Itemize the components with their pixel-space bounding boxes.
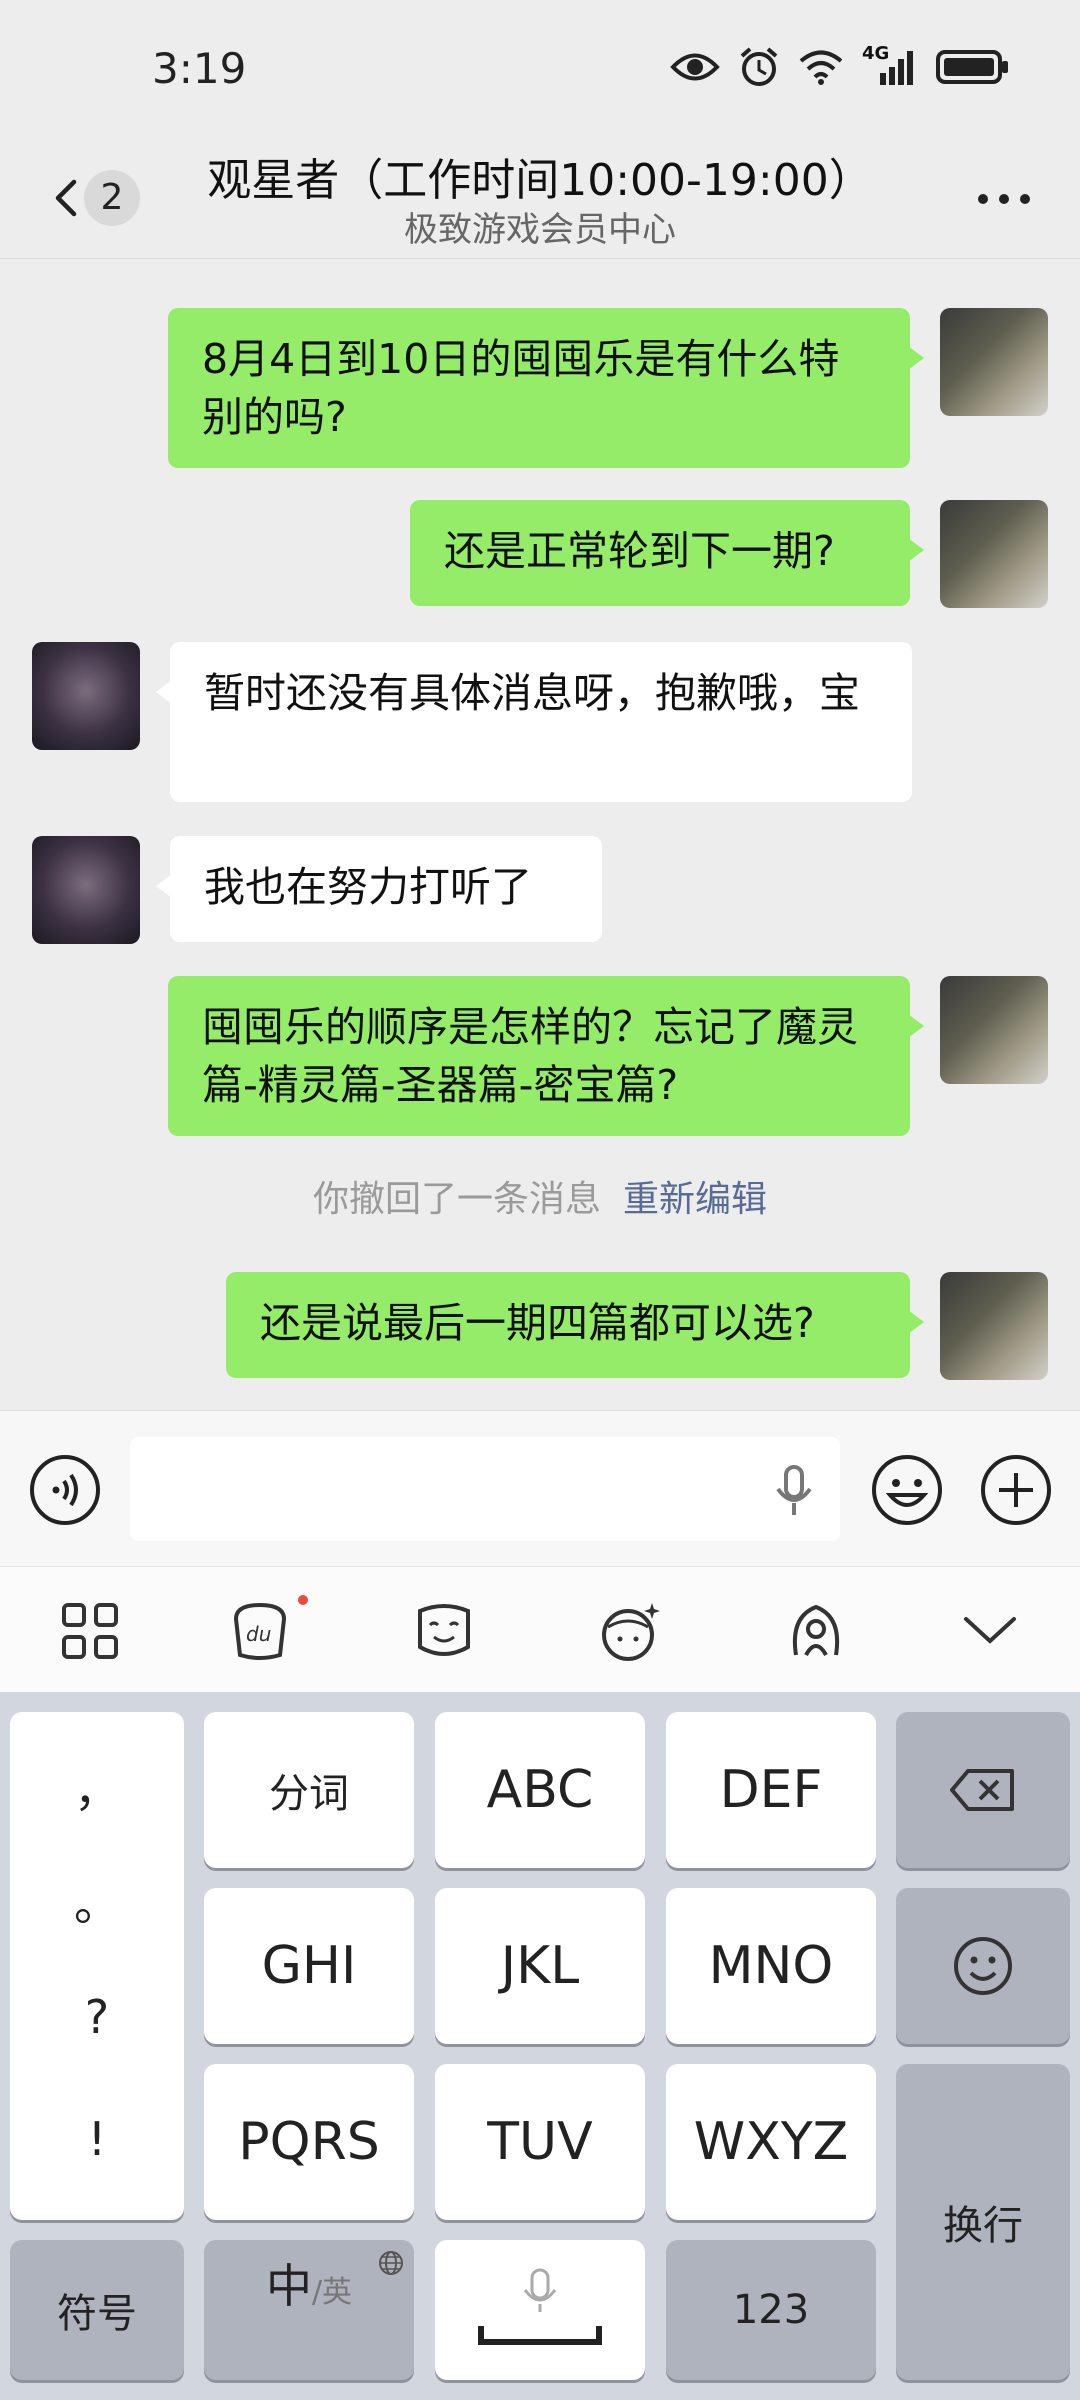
lang-main-label: 中 [265, 2259, 312, 2313]
sticker-face-icon[interactable] [410, 1597, 478, 1665]
key-mno[interactable]: MNO [666, 1888, 876, 2044]
punctuation-column[interactable]: ， 。 ? ! [10, 1712, 184, 2220]
signal-icon: 4G [862, 43, 918, 87]
contact-avatar[interactable] [32, 642, 140, 750]
message-text: 8月4日到10日的囤囤乐是有什么特别的吗? [202, 335, 840, 441]
contact-avatar[interactable] [32, 836, 140, 944]
message-bubble-sent[interactable]: 还是说最后一期四篇都可以选? [226, 1272, 924, 1378]
backspace-icon [950, 1769, 1014, 1811]
my-avatar[interactable] [940, 500, 1048, 608]
emoji-icon[interactable] [870, 1453, 944, 1527]
numbers-key[interactable]: 123 [666, 2240, 876, 2380]
symbols-key[interactable]: 符号 [10, 2240, 184, 2380]
avatar-sticker-icon[interactable] [596, 1597, 664, 1665]
my-avatar[interactable] [940, 1272, 1048, 1380]
key-pqrs[interactable]: PQRS [204, 2064, 414, 2220]
more-options-icon[interactable] [974, 188, 1034, 212]
message-text: 我也在努力打听了 [204, 863, 532, 911]
punct-period-key[interactable]: 。 [10, 1868, 184, 1934]
chat-header: 2 观星者（工作时间10:00-19:00） 极致游戏会员中心 [0, 140, 1080, 259]
alarm-icon [740, 47, 778, 86]
message-bubble-sent[interactable]: 还是正常轮到下一期? [410, 500, 924, 606]
message-bubble-sent[interactable]: 8月4日到10日的囤囤乐是有什么特别的吗? [168, 308, 924, 468]
message-text: 暂时还没有具体消息呀，抱歉哦，宝 [204, 669, 860, 717]
keyboard-toolbar: du [0, 1566, 1080, 1693]
key-tuv[interactable]: TUV [435, 2064, 645, 2220]
status-icons: 4G [670, 43, 1010, 88]
message-bubble-received[interactable]: 我也在努力打听了 [156, 836, 602, 942]
du-mascot-icon[interactable]: du [226, 1597, 294, 1665]
my-avatar[interactable] [940, 976, 1048, 1084]
punct-question-key[interactable]: ? [10, 1990, 184, 2044]
key-def[interactable]: DEF [666, 1712, 876, 1868]
message-list: 8月4日到10日的囤囤乐是有什么特别的吗? 还是正常轮到下一期? 暂时还没有具体… [0, 260, 1080, 1410]
recall-notice: 你撤回了一条消息 重新编辑 [0, 1170, 1080, 1222]
apps-grid-icon[interactable] [56, 1597, 124, 1665]
globe-icon [379, 2251, 403, 2275]
message-text: 还是说最后一期四篇都可以选? [260, 1299, 815, 1347]
handwriting-icon[interactable] [782, 1597, 850, 1665]
message-text: 还是正常轮到下一期? [444, 527, 835, 575]
recall-text: 你撤回了一条消息 [312, 1179, 601, 1220]
key-wxyz[interactable]: WXYZ [666, 2064, 876, 2220]
status-time: 3:19 [152, 44, 247, 93]
space-mic-icon [478, 2268, 602, 2345]
chat-subtitle: 极致游戏会员中心 [404, 210, 676, 250]
input-bar [0, 1410, 1080, 1567]
punct-exclaim-key[interactable]: ! [10, 2112, 184, 2166]
backspace-key[interactable] [896, 1712, 1070, 1868]
re-edit-link[interactable]: 重新编辑 [623, 1179, 767, 1220]
voice-input-icon[interactable] [28, 1453, 102, 1527]
collapse-keyboard-icon[interactable] [956, 1597, 1024, 1665]
key-jkl[interactable]: JKL [435, 1888, 645, 2044]
notification-dot [298, 1595, 308, 1605]
space-key[interactable] [435, 2240, 645, 2380]
t9-keyboard: ， 。 ? ! 分词 ABC DEF GHI JKL MNO PQRS TUV … [0, 1692, 1080, 2400]
message-text: 囤囤乐的顺序是怎样的？忘记了魔灵篇-精灵篇-圣器篇-密宝篇? [202, 1003, 858, 1109]
key-abc[interactable]: ABC [435, 1712, 645, 1868]
status-bar: 3:19 4G [0, 0, 1080, 140]
punct-comma-key[interactable]: ， [10, 1754, 184, 1820]
key-fenci[interactable]: 分词 [204, 1712, 414, 1868]
smiley-icon [954, 1937, 1012, 1995]
wifi-icon [799, 50, 843, 85]
svg-text:du: du [246, 1622, 271, 1646]
message-bubble-sent[interactable]: 囤囤乐的顺序是怎样的？忘记了魔灵篇-精灵篇-圣器篇-密宝篇? [168, 976, 924, 1136]
add-more-icon[interactable] [979, 1453, 1053, 1527]
message-bubble-received[interactable]: 暂时还没有具体消息呀，抱歉哦，宝 [156, 642, 912, 802]
my-avatar[interactable] [940, 308, 1048, 416]
enter-key[interactable]: 换行 [896, 2064, 1070, 2380]
chat-title: 观星者（工作时间10:00-19:00） [207, 155, 873, 206]
language-switch-key[interactable]: 中/英 [204, 2240, 414, 2380]
emoji-key[interactable] [896, 1888, 1070, 2044]
microphone-icon[interactable] [772, 1463, 816, 1519]
key-ghi[interactable]: GHI [204, 1888, 414, 2044]
message-input[interactable] [130, 1437, 840, 1541]
battery-icon [936, 50, 1008, 84]
eye-icon [670, 53, 720, 81]
lang-alt-label: /英 [311, 2275, 353, 2310]
